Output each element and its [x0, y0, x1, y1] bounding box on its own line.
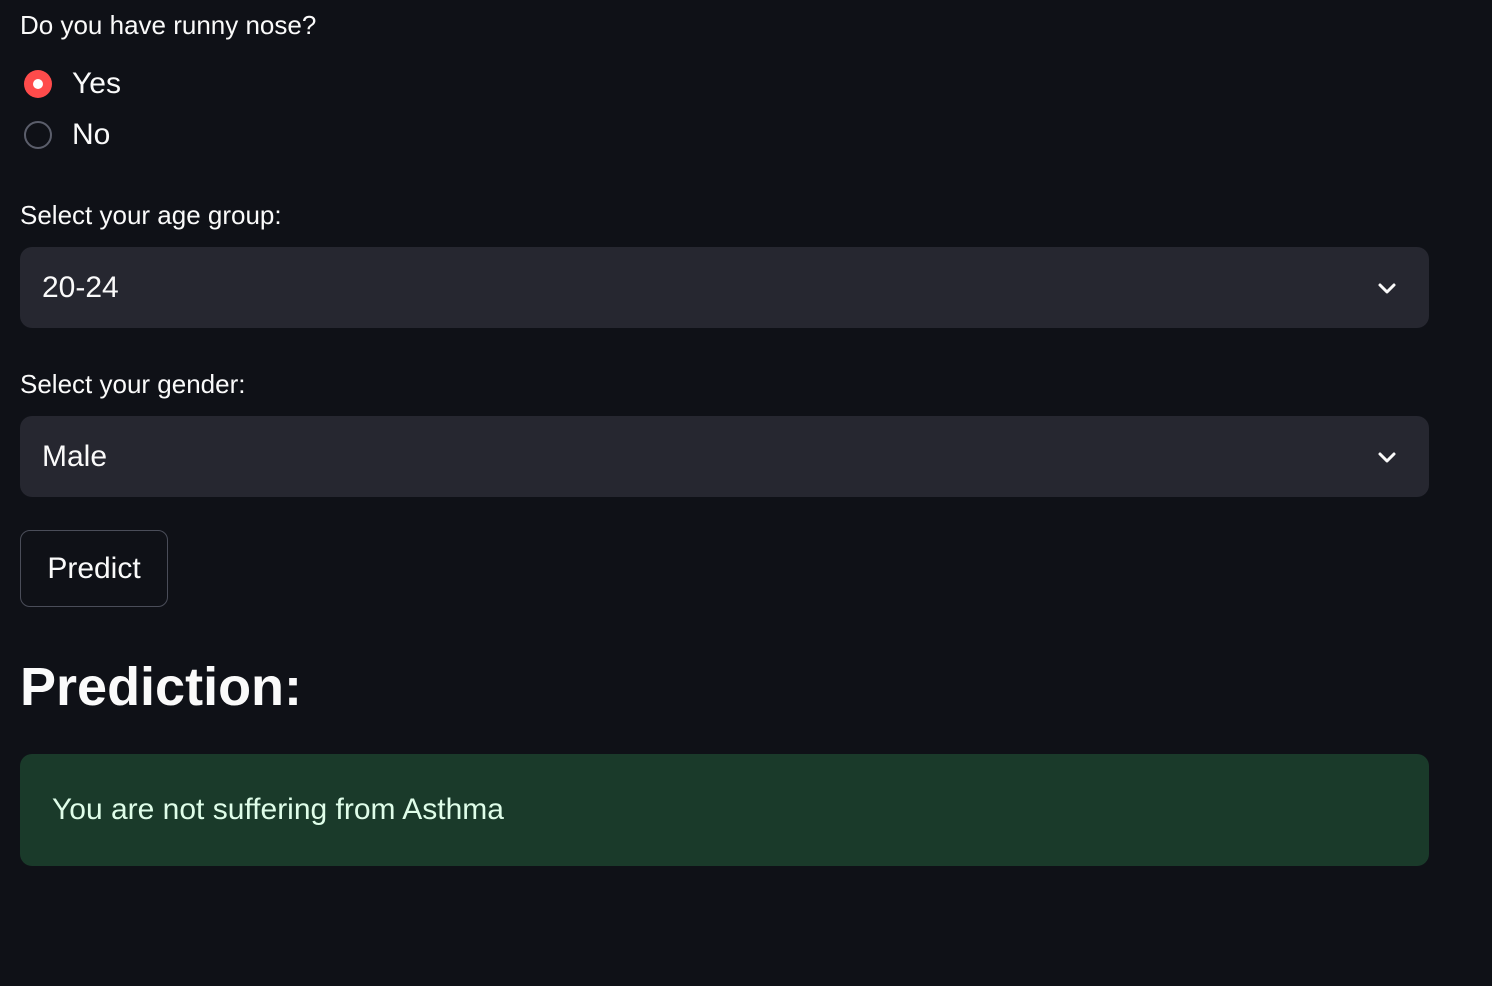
runny-nose-question: Do you have runny nose?: [20, 10, 317, 40]
chevron-down-icon[interactable]: [1375, 276, 1399, 300]
radio-label-no: No: [72, 118, 111, 151]
prediction-heading: Prediction:: [20, 657, 303, 717]
radio-label-yes: Yes: [72, 67, 121, 100]
gender-label: Select your gender:: [20, 369, 246, 399]
app-page: Do you have runny nose? Yes No Select yo…: [0, 0, 1492, 986]
age-group-value: 20-24: [42, 270, 119, 304]
gender-value: Male: [42, 439, 108, 473]
age-group-label: Select your age group:: [20, 200, 282, 230]
prediction-result-alert: You are not suffering from Asthma: [20, 754, 1429, 866]
radio-unchecked-indicator[interactable]: [24, 121, 52, 149]
prediction-result-text: You are not suffering from Asthma: [52, 793, 504, 826]
radio-option-no[interactable]: No: [24, 118, 110, 152]
chevron-down-icon[interactable]: [1375, 445, 1399, 469]
radio-option-yes[interactable]: Yes: [24, 67, 121, 101]
radio-dot: [33, 79, 43, 89]
radio-checked-indicator[interactable]: [24, 70, 52, 98]
age-group-select[interactable]: 20-24: [20, 247, 1429, 328]
gender-select[interactable]: Male: [20, 416, 1429, 497]
predict-button[interactable]: Predict: [20, 530, 168, 607]
